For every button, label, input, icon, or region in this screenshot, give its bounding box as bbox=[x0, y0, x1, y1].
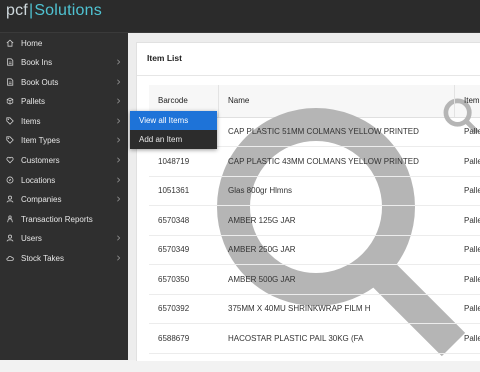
compass-icon bbox=[6, 176, 14, 184]
sidebar-item-pallets[interactable]: Pallets bbox=[0, 92, 128, 111]
table-row[interactable]: 6588679 HACOSTAR PLASTIC PAIL 30KG (FA Pal… bbox=[149, 324, 480, 354]
document-icon bbox=[6, 78, 14, 86]
item-list-panel: Item List Barcode Name Item CAP PLASTIC … bbox=[136, 42, 480, 361]
page-title: Item List bbox=[147, 53, 182, 63]
sidebar-item-locations[interactable]: Locations bbox=[0, 171, 128, 190]
sidebar-item-item-types[interactable]: Item Types bbox=[0, 131, 128, 150]
cell-name: Glas 800gr Hlmns bbox=[228, 186, 293, 195]
cell-name: AMBER 500G JAR bbox=[228, 274, 296, 284]
table-row[interactable]: 1051361 Glas 800gr Hlmns Pallet bbox=[149, 176, 480, 206]
sidebar-item-book-ins[interactable]: Book Ins bbox=[0, 53, 128, 72]
sidebar-item-label: Locations bbox=[21, 176, 56, 185]
chevron-right-icon bbox=[117, 79, 121, 85]
cell-name: AMBER 125G JAR bbox=[228, 215, 296, 225]
cloud-icon bbox=[6, 254, 14, 262]
column-header-label: Item bbox=[464, 96, 480, 105]
heart-icon bbox=[6, 156, 14, 164]
cell-name: AMBER 250G JAR bbox=[228, 245, 296, 254]
tag-icon bbox=[6, 117, 14, 125]
sidebar-item-items[interactable]: Items bbox=[0, 112, 128, 131]
column-divider bbox=[218, 85, 219, 117]
document-icon bbox=[6, 58, 14, 66]
app-logo[interactable]: pcf|Solutions bbox=[6, 2, 102, 20]
chevron-right-icon bbox=[117, 255, 121, 261]
chevron-right-icon bbox=[117, 157, 121, 163]
chevron-right-icon bbox=[117, 59, 121, 65]
top-bar: pcf|Solutions bbox=[0, 0, 480, 33]
tag-icon bbox=[6, 136, 14, 144]
cell-name: 375MM X 40MU SHRINKWRAP FILM H bbox=[228, 304, 371, 313]
cell-barcode: 6588679 bbox=[158, 333, 190, 343]
chevron-right-icon bbox=[117, 235, 121, 241]
cell-barcode: 6570349 bbox=[158, 245, 190, 254]
column-header-label: Barcode bbox=[158, 96, 188, 105]
sidebar-item-label: Customers bbox=[21, 156, 60, 165]
cell-barcode: 1048719 bbox=[158, 156, 190, 166]
column-header-item[interactable]: Item bbox=[464, 85, 480, 117]
chevron-right-icon bbox=[117, 137, 121, 143]
logo-text-right: Solutions bbox=[34, 2, 102, 19]
cell-barcode: 6570348 bbox=[158, 215, 190, 225]
chevron-right-icon bbox=[117, 196, 121, 202]
chevron-right-icon bbox=[117, 118, 121, 124]
cell-item-type: Pallet bbox=[464, 127, 480, 136]
cell-item-type: Pallet bbox=[464, 333, 480, 343]
sidebar-item-stock-takes[interactable]: Stock Takes bbox=[0, 249, 128, 268]
sidebar-item-label: Users bbox=[21, 234, 42, 243]
sidebar-item-label: Book Ins bbox=[21, 58, 53, 67]
column-header-name[interactable]: Name bbox=[228, 85, 249, 117]
sidebar-item-label: Pallets bbox=[21, 97, 46, 106]
cell-item-type: Pallet bbox=[464, 156, 480, 166]
table-row[interactable]: 6570348 AMBER 125G JAR Pallet bbox=[149, 206, 480, 236]
sidebar-item-customers[interactable]: Customers bbox=[0, 151, 128, 170]
panel-divider bbox=[137, 75, 480, 76]
sidebar-item-label: Items bbox=[21, 117, 41, 126]
cell-item-type: Pallet bbox=[464, 304, 480, 313]
cell-item-type: Pallet bbox=[464, 215, 480, 225]
home-icon bbox=[6, 39, 14, 47]
submenu-item-add-an-item[interactable]: Add an Item bbox=[130, 130, 217, 149]
cell-item-type: Pallet bbox=[464, 186, 480, 195]
cell-name: HACOSTAR PLASTIC PAIL 30KG (FA bbox=[228, 333, 364, 343]
logo-separator: | bbox=[28, 2, 34, 19]
user-icon bbox=[6, 234, 14, 242]
person-icon bbox=[6, 215, 14, 223]
column-divider bbox=[454, 85, 455, 117]
cell-barcode: 6570392 bbox=[158, 304, 190, 313]
sidebar-item-label: Transaction Reports bbox=[21, 215, 93, 224]
box-icon bbox=[6, 97, 14, 105]
submenu-item-view-all-items[interactable]: View all Items bbox=[130, 111, 217, 130]
cell-name: CAP PLASTIC 43MM COLMANS YELLOW PRINTED bbox=[228, 156, 419, 166]
table-row[interactable]: 1048719 CAP PLASTIC 43MM COLMANS YELLOW P… bbox=[149, 147, 480, 177]
user-icon bbox=[6, 195, 14, 203]
cell-item-type: Pallet bbox=[464, 245, 480, 254]
chevron-right-icon bbox=[117, 98, 121, 104]
table-row[interactable]: 6570350 AMBER 500G JAR Pallet bbox=[149, 265, 480, 295]
cell-barcode: 6570350 bbox=[158, 274, 190, 284]
sidebar-item-label: Companies bbox=[21, 195, 62, 204]
sidebar-item-users[interactable]: Users bbox=[0, 229, 128, 248]
chevron-right-icon bbox=[117, 177, 121, 183]
column-header-label: Name bbox=[228, 96, 250, 105]
sidebar-item-home[interactable]: Home bbox=[0, 34, 128, 53]
sidebar-item-label: Book Outs bbox=[21, 78, 59, 87]
items-submenu: View all Items Add an Item bbox=[130, 111, 217, 149]
sidebar-item-companies[interactable]: Companies bbox=[0, 190, 128, 209]
logo-text-left: pcf bbox=[6, 2, 28, 19]
cell-item-type: Pallet bbox=[464, 274, 480, 284]
sidebar-item-label: Stock Takes bbox=[21, 254, 64, 263]
sidebar-item-label: Home bbox=[21, 39, 43, 48]
sidebar-item-book-outs[interactable]: Book Outs bbox=[0, 73, 128, 92]
table-row[interactable]: 6570349 AMBER 250G JAR Pallet bbox=[149, 235, 480, 265]
sidebar-item-label: Item Types bbox=[21, 136, 60, 145]
sidebar: Home Book Ins Book Outs Pallets Items Item Ty… bbox=[0, 33, 128, 360]
cell-barcode: 1051361 bbox=[158, 186, 190, 195]
sidebar-item-transaction-reports[interactable]: Transaction Reports bbox=[0, 210, 128, 229]
cell-name: CAP PLASTIC 51MM COLMANS YELLOW PRINTED bbox=[228, 127, 419, 136]
table-row[interactable]: 6570392 375MM X 40MU SHRINKWRAP FILM H Pal… bbox=[149, 294, 480, 324]
